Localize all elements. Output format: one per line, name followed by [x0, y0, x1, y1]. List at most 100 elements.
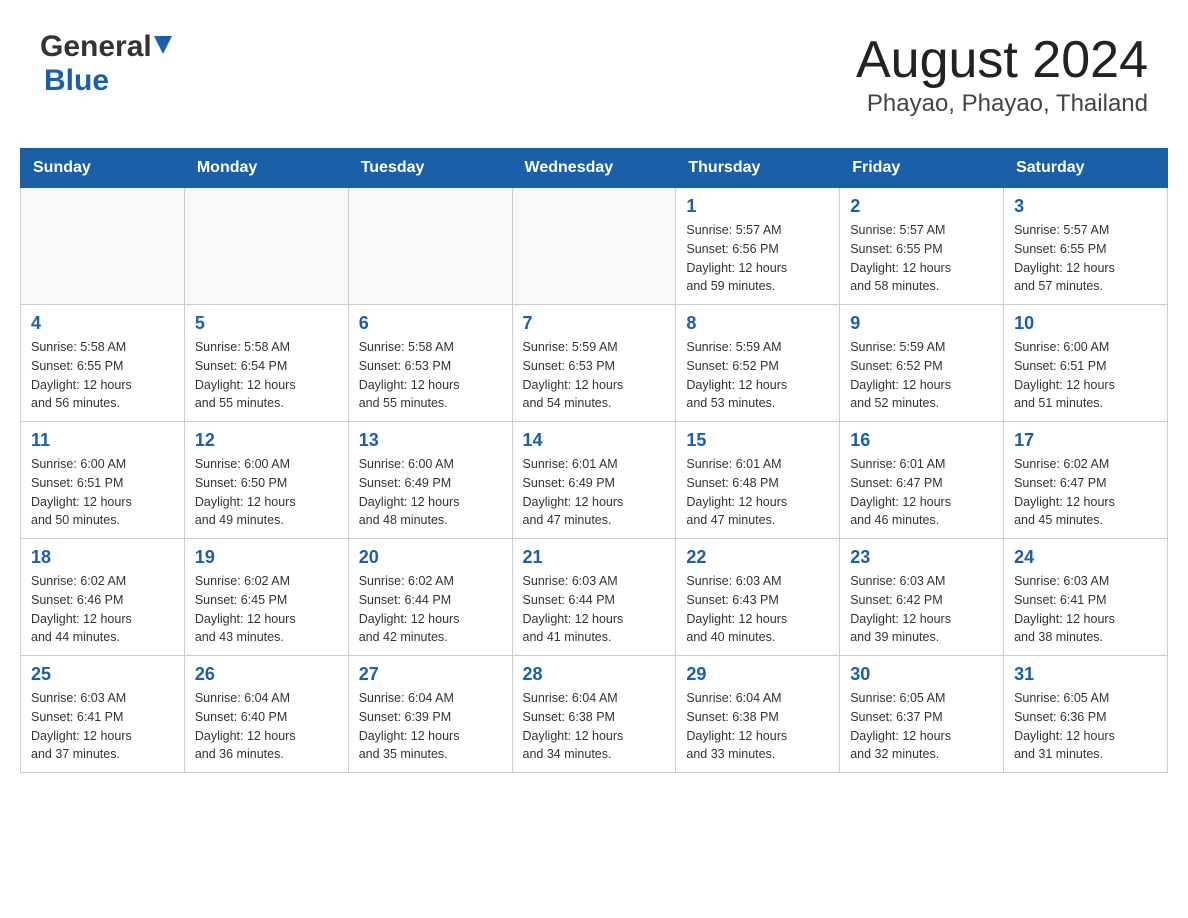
day-number: 28 [523, 664, 666, 685]
weekday-header-saturday: Saturday [1004, 149, 1168, 188]
calendar-cell: 4Sunrise: 5:58 AMSunset: 6:55 PMDaylight… [21, 305, 185, 422]
day-info: Sunrise: 5:59 AMSunset: 6:53 PMDaylight:… [523, 338, 666, 413]
day-info: Sunrise: 5:57 AMSunset: 6:56 PMDaylight:… [686, 221, 829, 296]
day-number: 19 [195, 547, 338, 568]
calendar-cell: 14 Sunrise: 6:01 AMSunset: 6:49 PMDayligh… [512, 422, 676, 539]
weekday-header-friday: Friday [840, 149, 1004, 188]
calendar-cell [512, 188, 676, 305]
day-info: Sunrise: 5:58 AMSunset: 6:53 PMDaylight:… [359, 338, 502, 413]
calendar-cell: 25Sunrise: 6:03 AMSunset: 6:41 PMDayligh… [21, 656, 185, 773]
weekday-header-sunday: Sunday [21, 149, 185, 188]
day-number: 14 [523, 430, 666, 451]
calendar-cell: 6Sunrise: 5:58 AMSunset: 6:53 PMDaylight… [348, 305, 512, 422]
day-info: Sunrise: 6:00 AMSunset: 6:51 PMDaylight:… [1014, 338, 1157, 413]
calendar-cell: 13 Sunrise: 6:00 AMSunset: 6:49 PMDayligh… [348, 422, 512, 539]
calendar-cell: 27 Sunrise: 6:04 AMSunset: 6:39 PMDayligh… [348, 656, 512, 773]
day-info: Sunrise: 6:01 AMSunset: 6:49 PMDaylight:… [523, 455, 666, 530]
logo: General Blue [40, 30, 172, 98]
calendar-cell: 20 Sunrise: 6:02 AMSunset: 6:44 PMDayligh… [348, 539, 512, 656]
day-info: Sunrise: 6:04 AMSunset: 6:38 PMDaylight:… [523, 689, 666, 764]
calendar-cell [184, 188, 348, 305]
calendar-cell: 31 Sunrise: 6:05 AMSunset: 6:36 PMDayligh… [1004, 656, 1168, 773]
day-info: Sunrise: 6:01 AMSunset: 6:47 PMDaylight:… [850, 455, 993, 530]
calendar-cell: 24 Sunrise: 6:03 AMSunset: 6:41 PMDayligh… [1004, 539, 1168, 656]
week-row-1: 1Sunrise: 5:57 AMSunset: 6:56 PMDaylight… [21, 188, 1168, 305]
day-number: 13 [359, 430, 502, 451]
day-info: Sunrise: 5:59 AMSunset: 6:52 PMDaylight:… [850, 338, 993, 413]
calendar-cell: 3 Sunrise: 5:57 AMSunset: 6:55 PMDaylight… [1004, 188, 1168, 305]
day-number: 27 [359, 664, 502, 685]
page-header: General Blue August 2024 Phayao, Phayao,… [20, 20, 1168, 128]
day-number: 16 [850, 430, 993, 451]
day-number: 15 [686, 430, 829, 451]
calendar-cell: 8Sunrise: 5:59 AMSunset: 6:52 PMDaylight… [676, 305, 840, 422]
logo-arrow-icon [154, 36, 172, 54]
day-info: Sunrise: 6:02 AMSunset: 6:47 PMDaylight:… [1014, 455, 1157, 530]
logo-blue: Blue [44, 64, 109, 97]
day-number: 11 [31, 430, 174, 451]
day-info: Sunrise: 6:03 AMSunset: 6:41 PMDaylight:… [1014, 572, 1157, 647]
calendar-cell: 1Sunrise: 5:57 AMSunset: 6:56 PMDaylight… [676, 188, 840, 305]
weekday-header-tuesday: Tuesday [348, 149, 512, 188]
day-info: Sunrise: 6:02 AMSunset: 6:44 PMDaylight:… [359, 572, 502, 647]
day-info: Sunrise: 6:02 AMSunset: 6:45 PMDaylight:… [195, 572, 338, 647]
calendar-cell: 2Sunrise: 5:57 AMSunset: 6:55 PMDaylight… [840, 188, 1004, 305]
week-row-4: 18Sunrise: 6:02 AMSunset: 6:46 PMDayligh… [21, 539, 1168, 656]
day-number: 9 [850, 313, 993, 334]
day-info: Sunrise: 6:04 AMSunset: 6:38 PMDaylight:… [686, 689, 829, 764]
calendar-cell: 17 Sunrise: 6:02 AMSunset: 6:47 PMDayligh… [1004, 422, 1168, 539]
week-row-5: 25Sunrise: 6:03 AMSunset: 6:41 PMDayligh… [21, 656, 1168, 773]
day-number: 21 [523, 547, 666, 568]
weekday-header-row: SundayMondayTuesdayWednesdayThursdayFrid… [21, 149, 1168, 188]
calendar-cell: 5Sunrise: 5:58 AMSunset: 6:54 PMDaylight… [184, 305, 348, 422]
day-info: Sunrise: 6:05 AMSunset: 6:37 PMDaylight:… [850, 689, 993, 764]
day-number: 18 [31, 547, 174, 568]
calendar-table: SundayMondayTuesdayWednesdayThursdayFrid… [20, 148, 1168, 773]
day-number: 2 [850, 196, 993, 217]
calendar-cell [348, 188, 512, 305]
day-number: 12 [195, 430, 338, 451]
calendar-cell [21, 188, 185, 305]
week-row-2: 4Sunrise: 5:58 AMSunset: 6:55 PMDaylight… [21, 305, 1168, 422]
day-number: 29 [686, 664, 829, 685]
day-number: 17 [1014, 430, 1157, 451]
day-number: 4 [31, 313, 174, 334]
day-info: Sunrise: 6:03 AMSunset: 6:44 PMDaylight:… [523, 572, 666, 647]
day-info: Sunrise: 5:58 AMSunset: 6:54 PMDaylight:… [195, 338, 338, 413]
calendar-subtitle: Phayao, Phayao, Thailand [856, 90, 1148, 118]
calendar-cell: 23 Sunrise: 6:03 AMSunset: 6:42 PMDayligh… [840, 539, 1004, 656]
day-number: 3 [1014, 196, 1157, 217]
day-info: Sunrise: 6:03 AMSunset: 6:42 PMDaylight:… [850, 572, 993, 647]
week-row-3: 11Sunrise: 6:00 AMSunset: 6:51 PMDayligh… [21, 422, 1168, 539]
weekday-header-monday: Monday [184, 149, 348, 188]
day-info: Sunrise: 6:05 AMSunset: 6:36 PMDaylight:… [1014, 689, 1157, 764]
calendar-cell: 11Sunrise: 6:00 AMSunset: 6:51 PMDayligh… [21, 422, 185, 539]
calendar-cell: 12 Sunrise: 6:00 AMSunset: 6:50 PMDayligh… [184, 422, 348, 539]
day-number: 10 [1014, 313, 1157, 334]
day-info: Sunrise: 6:00 AMSunset: 6:50 PMDaylight:… [195, 455, 338, 530]
logo-general: General [40, 30, 152, 64]
calendar-cell: 15Sunrise: 6:01 AMSunset: 6:48 PMDayligh… [676, 422, 840, 539]
day-number: 23 [850, 547, 993, 568]
day-number: 31 [1014, 664, 1157, 685]
calendar-cell: 28 Sunrise: 6:04 AMSunset: 6:38 PMDayligh… [512, 656, 676, 773]
calendar-cell: 9 Sunrise: 5:59 AMSunset: 6:52 PMDaylight… [840, 305, 1004, 422]
day-info: Sunrise: 6:00 AMSunset: 6:49 PMDaylight:… [359, 455, 502, 530]
calendar-cell: 10 Sunrise: 6:00 AMSunset: 6:51 PMDayligh… [1004, 305, 1168, 422]
day-number: 8 [686, 313, 829, 334]
day-info: Sunrise: 6:04 AMSunset: 6:39 PMDaylight:… [359, 689, 502, 764]
day-info: Sunrise: 6:03 AMSunset: 6:43 PMDaylight:… [686, 572, 829, 647]
day-number: 26 [195, 664, 338, 685]
title-section: August 2024 Phayao, Phayao, Thailand [856, 30, 1148, 118]
day-number: 20 [359, 547, 502, 568]
day-number: 30 [850, 664, 993, 685]
day-number: 24 [1014, 547, 1157, 568]
calendar-cell: 30 Sunrise: 6:05 AMSunset: 6:37 PMDayligh… [840, 656, 1004, 773]
calendar-title: August 2024 [856, 30, 1148, 90]
calendar-cell: 22 Sunrise: 6:03 AMSunset: 6:43 PMDayligh… [676, 539, 840, 656]
day-number: 7 [523, 313, 666, 334]
calendar-cell: 21 Sunrise: 6:03 AMSunset: 6:44 PMDayligh… [512, 539, 676, 656]
day-info: Sunrise: 5:57 AMSunset: 6:55 PMDaylight:… [1014, 221, 1157, 296]
day-number: 25 [31, 664, 174, 685]
day-number: 22 [686, 547, 829, 568]
